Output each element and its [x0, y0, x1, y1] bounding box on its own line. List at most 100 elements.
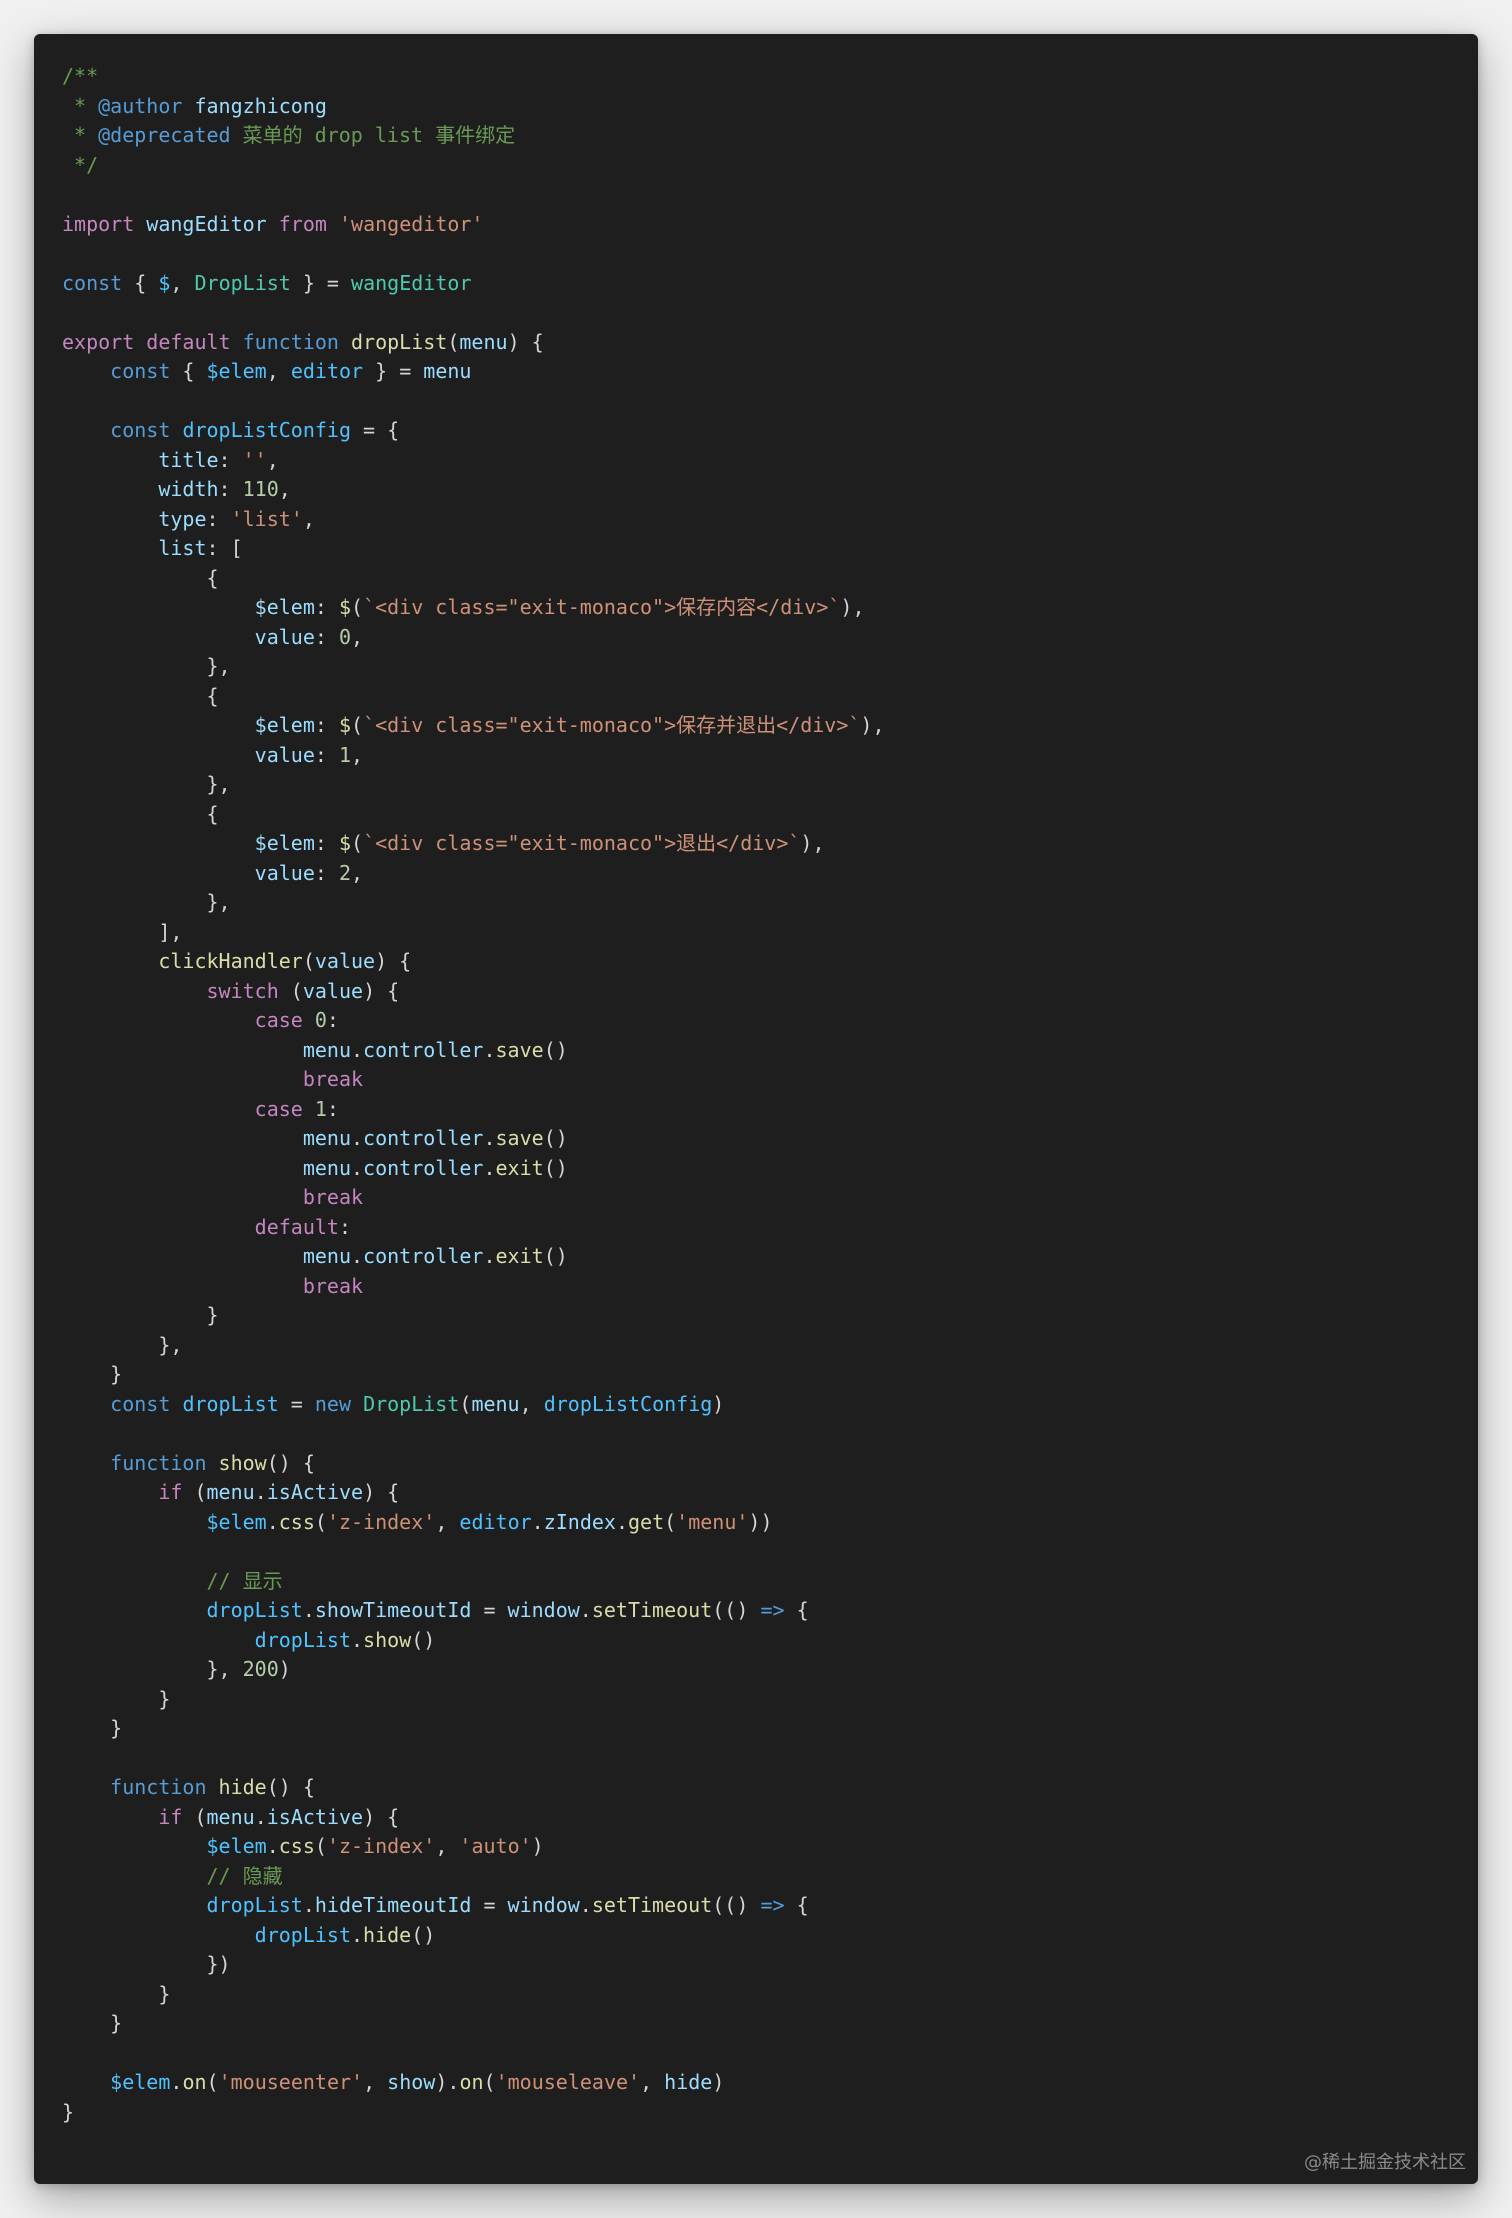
code-token: =>	[760, 1893, 785, 1917]
code-token: ()	[543, 1126, 568, 1150]
code-token: ()	[411, 1922, 436, 1947]
code-line: }	[62, 2098, 1454, 2128]
code-token: if	[158, 1804, 183, 1829]
code-token: save	[495, 1037, 544, 1062]
code-token: 'mouseleave'	[495, 2070, 641, 2094]
code-token: .	[579, 1598, 592, 1622]
code-token: case	[254, 1008, 303, 1032]
code-token: */	[62, 152, 99, 177]
code-token: `<div class="exit-monaco">退出</div>`	[363, 831, 801, 855]
code-line: $elem.on('mouseenter', show).on('mousele…	[62, 2068, 1454, 2098]
code-line: width: 110,	[62, 475, 1454, 505]
code-token: ) {	[375, 949, 412, 973]
code-token: 菜单的 drop list 事件绑定	[230, 123, 516, 147]
code-line: menu.controller.exit()	[62, 1242, 1454, 1272]
code-token: value	[254, 860, 315, 885]
code-token: dropList	[206, 1893, 303, 1917]
code-token: ,	[278, 477, 291, 501]
code-token: function	[110, 1450, 207, 1475]
code-token: 'wangeditor'	[338, 211, 484, 236]
code-token: .	[579, 1893, 592, 1917]
code-token: :	[338, 1214, 351, 1239]
code-block[interactable]: /** * @author fangzhicong * @deprecated …	[62, 62, 1454, 2127]
code-token: :	[314, 624, 339, 649]
code-token: switch	[206, 978, 279, 1003]
code-token: dropList	[206, 1598, 303, 1622]
code-line: * @deprecated 菜单的 drop list 事件绑定	[62, 121, 1454, 151]
code-token: dropList	[254, 1922, 351, 1947]
code-line: $elem: $(`<div class="exit-monaco">退出</d…	[62, 829, 1454, 859]
code-token: ,	[351, 742, 364, 767]
code-token: 0	[338, 624, 352, 649]
code-token: hide	[363, 1922, 412, 1947]
code-token: dropListConfig	[543, 1391, 713, 1416]
code-token: $elem	[206, 359, 267, 383]
code-line: },	[62, 888, 1454, 918]
code-token: ),	[800, 831, 825, 855]
code-token: css	[278, 1509, 315, 1534]
code-line: const { $elem, editor } = menu	[62, 357, 1454, 387]
code-line: }	[62, 2009, 1454, 2039]
code-token: ))	[748, 1509, 773, 1534]
code-token: (()	[712, 1598, 761, 1622]
code-token: ,	[351, 860, 364, 885]
code-token: title	[158, 447, 219, 472]
code-token: menu	[423, 359, 472, 383]
code-token: value	[302, 978, 364, 1003]
code-line: value: 0,	[62, 623, 1454, 653]
code-token: `<div class="exit-monaco">保存内容</div>`	[363, 595, 841, 619]
code-token: show	[363, 1627, 412, 1652]
code-token: ,	[435, 1834, 460, 1858]
code-line: {	[62, 682, 1454, 712]
code-token: ),	[840, 595, 865, 619]
code-token: ).	[435, 2070, 460, 2094]
code-token: window	[507, 1893, 580, 1917]
code-token: :	[218, 447, 243, 472]
code-line: $elem.css('z-index', editor.zIndex.get('…	[62, 1508, 1454, 1538]
code-line: /**	[62, 62, 1454, 92]
code-token: *	[62, 93, 99, 118]
code-token: 1	[314, 1096, 327, 1121]
code-window: /** * @author fangzhicong * @deprecated …	[34, 34, 1478, 2184]
code-token: case	[254, 1096, 303, 1121]
code-token: const	[62, 270, 123, 295]
code-token: 1	[338, 742, 352, 767]
code-token: type	[158, 506, 207, 531]
code-token: menu	[302, 1244, 351, 1268]
code-token: ()	[411, 1627, 436, 1652]
code-line: break	[62, 1272, 1454, 1302]
code-line: {	[62, 800, 1454, 830]
code-token: $elem	[254, 713, 315, 737]
code-token: editor	[459, 1509, 532, 1534]
code-token: =>	[760, 1598, 785, 1622]
code-line: import wangEditor from 'wangeditor'	[62, 210, 1454, 240]
code-line: */	[62, 151, 1454, 181]
code-token: ],	[62, 919, 183, 944]
code-token: menu	[302, 1037, 351, 1062]
